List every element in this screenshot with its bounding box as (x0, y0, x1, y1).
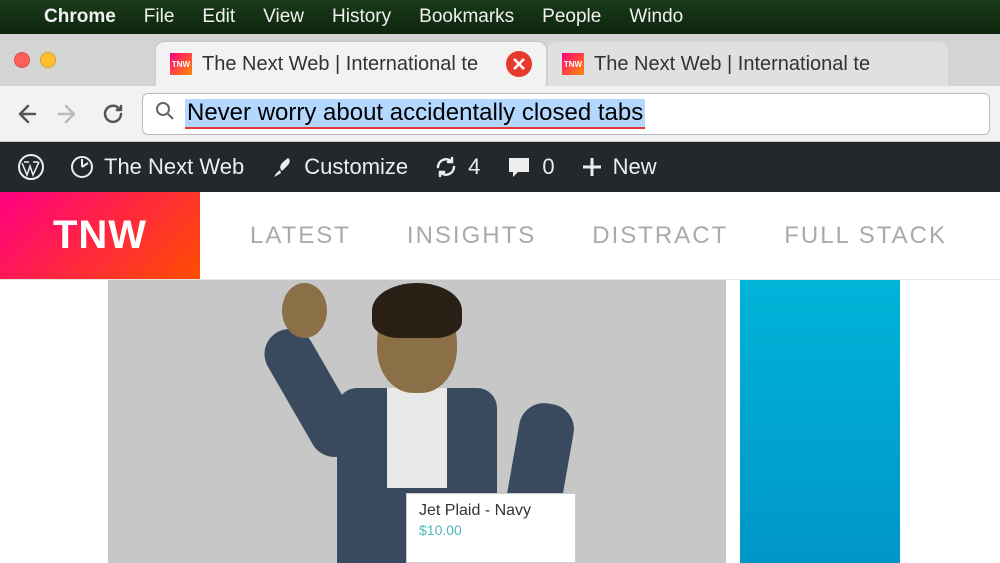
wp-comments-button[interactable]: 0 (506, 154, 554, 180)
wp-site-button[interactable]: The Next Web (70, 154, 244, 180)
wp-updates-button[interactable]: 4 (434, 154, 480, 180)
tab-close-button[interactable] (506, 51, 532, 77)
forward-button[interactable] (54, 99, 84, 129)
mac-menubar: Chrome File Edit View History Bookmarks … (0, 0, 1000, 34)
site-nav: TNW LATEST INSIGHTS DISTRACT FULL STACK (0, 192, 1000, 280)
menubar-view[interactable]: View (263, 6, 304, 28)
nav-fullstack[interactable]: FULL STACK (784, 222, 947, 250)
content-area: Jet Plaid - Navy $10.00 (0, 280, 1000, 563)
tab-title: The Next Web | International te (594, 53, 934, 76)
close-window-button[interactable] (14, 52, 30, 68)
tab-favicon-icon: TNW (170, 53, 192, 75)
minimize-window-button[interactable] (40, 52, 56, 68)
article-tile[interactable]: Jet Plaid - Navy $10.00 (108, 280, 726, 563)
menubar-bookmarks[interactable]: Bookmarks (419, 6, 514, 28)
reload-icon (101, 102, 125, 126)
plus-icon (581, 156, 603, 178)
wp-site-name: The Next Web (104, 154, 244, 180)
wp-customize-label: Customize (304, 154, 408, 180)
browser-tab-active[interactable]: TNW The Next Web | International te (156, 42, 546, 86)
arrow-left-icon (13, 102, 37, 126)
menubar-window[interactable]: Windo (629, 6, 683, 28)
product-title: Jet Plaid - Navy (419, 502, 563, 520)
article-tile-secondary[interactable] (740, 280, 900, 563)
menubar-file[interactable]: File (144, 6, 175, 28)
nav-latest[interactable]: LATEST (250, 222, 351, 250)
wp-new-button[interactable]: New (581, 154, 657, 180)
menubar-people[interactable]: People (542, 6, 601, 28)
updates-icon (434, 155, 458, 179)
nav-distract[interactable]: DISTRACT (592, 222, 728, 250)
product-card[interactable]: Jet Plaid - Navy $10.00 (406, 493, 576, 563)
search-icon (155, 101, 175, 126)
back-button[interactable] (10, 99, 40, 129)
nav-links: LATEST INSIGHTS DISTRACT FULL STACK (200, 192, 947, 279)
reload-button[interactable] (98, 99, 128, 129)
address-bar-text: Never worry about accidentally closed ta… (185, 99, 645, 129)
browser-tab-inactive[interactable]: TNW The Next Web | International te (548, 42, 948, 86)
wp-admin-bar: The Next Web Customize 4 0 New (0, 142, 1000, 192)
tab-favicon-icon: TNW (562, 53, 584, 75)
browser-toolbar: Never worry about accidentally closed ta… (0, 86, 1000, 142)
menubar-app-name[interactable]: Chrome (44, 6, 116, 28)
wp-new-label: New (613, 154, 657, 180)
tab-title: The Next Web | International te (202, 53, 498, 76)
product-price: $10.00 (419, 522, 563, 538)
comment-icon (506, 154, 532, 180)
window-controls (14, 52, 56, 68)
brush-icon (270, 155, 294, 179)
wp-updates-count: 4 (468, 154, 480, 180)
arrow-right-icon (57, 102, 81, 126)
nav-insights[interactable]: INSIGHTS (407, 222, 536, 250)
site-logo[interactable]: TNW (0, 192, 200, 279)
wp-customize-button[interactable]: Customize (270, 154, 408, 180)
browser-tabstrip: TNW The Next Web | International te TNW … (0, 34, 1000, 86)
close-icon (512, 57, 526, 71)
wp-comments-count: 0 (542, 154, 554, 180)
menubar-edit[interactable]: Edit (202, 6, 235, 28)
wordpress-icon (18, 154, 44, 180)
address-bar[interactable]: Never worry about accidentally closed ta… (142, 93, 990, 135)
menubar-history[interactable]: History (332, 6, 391, 28)
wp-logo-button[interactable] (18, 154, 44, 180)
logo-text: TNW (53, 213, 147, 258)
dashboard-icon (70, 155, 94, 179)
